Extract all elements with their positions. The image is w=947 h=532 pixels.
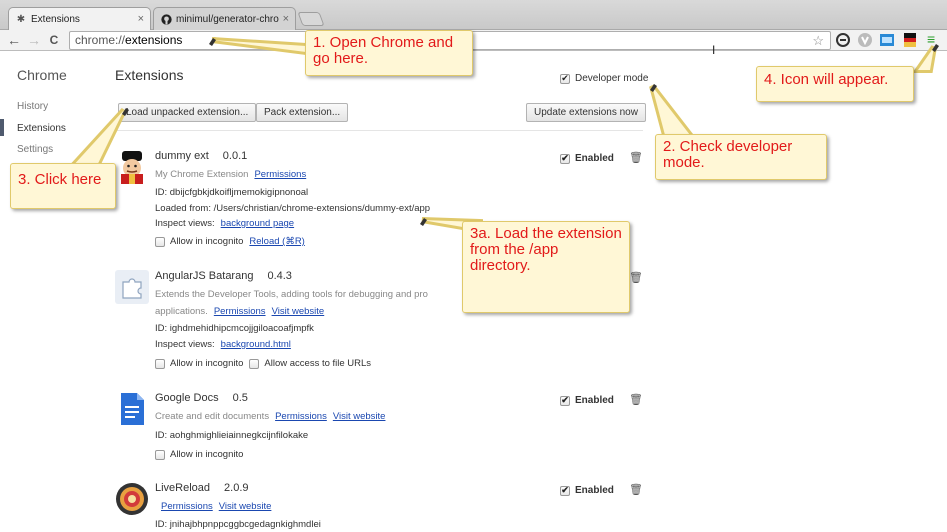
star-icon[interactable]: ☆ <box>812 32 824 49</box>
background-html-link[interactable]: background.html <box>221 339 291 350</box>
pencil-icon <box>420 218 427 226</box>
developer-mode-toggle[interactable]: ✔ Developer mode <box>560 73 648 84</box>
menu-icon[interactable]: ≡ <box>927 31 935 47</box>
permissions-link[interactable]: Permissions <box>254 169 306 180</box>
page-title: Extensions <box>115 67 184 83</box>
extension-name: LiveReload 2.0.9 <box>155 482 249 494</box>
url-scheme: chrome:// <box>75 33 126 47</box>
tab-extensions[interactable]: ✱ Extensions × <box>8 7 151 30</box>
permissions-link[interactable]: Permissions <box>275 411 327 422</box>
sidebar-title: Chrome <box>17 67 67 83</box>
checkbox-unchecked[interactable] <box>155 358 165 369</box>
extension-id: ID: aohghmighlieiainnegkcijnfilokake <box>155 430 309 441</box>
github-icon <box>160 13 172 25</box>
checkbox-unchecked[interactable] <box>155 236 165 247</box>
update-extensions-button[interactable]: Update extensions now <box>526 103 646 122</box>
extension-loaded-from: Loaded from: /Users/christian/chrome-ext… <box>155 203 431 214</box>
extension-id: ID: dbijcfgbkjdkoifljmemokigipnonoal <box>155 187 309 198</box>
divider <box>115 130 643 131</box>
callout-step2: 2. Check developer mode. <box>655 134 827 180</box>
pencil-icon <box>650 84 657 92</box>
visit-website-link[interactable]: Visit website <box>272 306 325 317</box>
trash-icon[interactable]: 🗑 <box>629 151 643 164</box>
extension-links: Permissions Visit website <box>155 501 271 512</box>
trash-icon[interactable]: 🗑 <box>629 271 643 284</box>
back-icon[interactable]: ← <box>6 32 22 48</box>
background-page-link[interactable]: background page <box>221 218 294 229</box>
callout-step3: 3. Click here <box>10 163 116 209</box>
checkbox-checked: ✔ <box>560 153 570 164</box>
toolbar: ← → C chrome://extensions ☆ ≡ <box>0 30 947 51</box>
extension-id: ID: ighdmehidhipcmcojjgiloacoafjmpfk <box>155 323 314 334</box>
checkbox-unchecked[interactable] <box>155 449 165 460</box>
file-urls-label: Allow access to file URLs <box>264 358 372 369</box>
sidebar-item-history[interactable]: History <box>17 101 48 112</box>
extension-version: 2.0.9 <box>224 482 249 494</box>
incognito-option[interactable]: Allow in incognito Allow access to file … <box>155 358 371 369</box>
extension-id: ID: jnihajbhpnppcggbcgedagnkighmdlei <box>155 519 321 530</box>
incognito-option[interactable]: Allow in incognito <box>155 449 243 460</box>
inspect-views: Inspect views: background.html <box>155 339 291 350</box>
trash-icon[interactable]: 🗑 <box>629 483 643 496</box>
extension-version: 0.4.3 <box>267 270 292 282</box>
reload-icon[interactable]: C <box>46 32 62 48</box>
extension-version: 0.5 <box>232 392 248 404</box>
inspect-views: Inspect views: background page <box>155 218 295 229</box>
checkbox-checked: ✔ <box>560 485 570 496</box>
extension-description: My Chrome Extension Permissions <box>155 169 307 180</box>
callout-step4: 4. Icon will appear. <box>756 66 914 102</box>
sidebar-item-extensions[interactable]: Extensions <box>17 123 66 134</box>
close-icon[interactable]: × <box>138 13 144 25</box>
visit-website-link[interactable]: Visit website <box>219 501 272 512</box>
extension-description: Extends the Developer Tools, adding tool… <box>155 289 428 300</box>
extension-toolbar-icon[interactable] <box>835 32 851 48</box>
new-tab-button[interactable] <box>297 12 325 26</box>
text-cursor-icon: I <box>712 43 716 57</box>
reload-link[interactable]: Reload (⌘R) <box>249 236 304 247</box>
puzzle-icon: ✱ <box>16 13 26 25</box>
developer-mode-label: Developer mode <box>575 73 649 84</box>
beefeater-icon <box>121 151 143 184</box>
extension-description-cont: applications. Permissions Visit website <box>155 306 325 317</box>
trash-icon[interactable]: 🗑 <box>629 393 643 406</box>
checkbox-unchecked[interactable] <box>249 358 260 369</box>
extension-toolbar-icon[interactable] <box>857 32 873 48</box>
google-docs-icon <box>121 393 144 425</box>
tab-generator-chrome[interactable]: minimul/generator-chrome × <box>153 7 296 30</box>
extension-description: Create and edit documents Permissions Visi… <box>155 411 386 422</box>
permissions-link[interactable]: Permissions <box>214 306 266 317</box>
pack-extension-button[interactable]: Pack extension... <box>256 103 349 122</box>
permissions-link[interactable]: Permissions <box>161 501 213 512</box>
extension-name: Google Docs 0.5 <box>155 392 248 404</box>
checkbox-checked: ✔ <box>560 395 570 406</box>
extension-toolbar-icon[interactable] <box>879 32 895 48</box>
puzzle-piece-icon <box>115 270 149 304</box>
enabled-toggle[interactable]: ✔ Enabled <box>560 395 614 406</box>
extension-name: AngularJS Batarang 0.4.3 <box>155 270 292 282</box>
enabled-toggle[interactable]: ✔ Enabled <box>560 485 614 496</box>
enabled-toggle[interactable]: ✔ Enabled <box>560 153 614 164</box>
load-unpacked-button[interactable]: Load unpacked extension... <box>118 103 257 122</box>
close-icon[interactable]: × <box>283 13 289 25</box>
extension-version: 0.0.1 <box>222 150 248 162</box>
sidebar-item-settings[interactable]: Settings <box>17 144 53 155</box>
tab-title: Extensions <box>31 13 80 25</box>
livereload-icon <box>116 483 148 515</box>
extension-name: dummy ext 0.0.1 <box>155 150 248 162</box>
dummy-ext-toolbar-icon[interactable] <box>902 32 918 48</box>
forward-icon[interactable]: → <box>26 32 42 48</box>
checkbox-checked[interactable]: ✔ <box>560 73 570 84</box>
callout-step1: 1. Open Chrome and go here. <box>305 30 473 76</box>
active-indicator <box>0 119 4 136</box>
incognito-option[interactable]: Allow in incognito Reload (⌘R) <box>155 236 305 247</box>
tab-title: minimul/generator-chrome <box>176 13 279 25</box>
callout-step3a: 3a. Load the extension from the /app dir… <box>462 221 630 313</box>
visit-website-link[interactable]: Visit website <box>333 411 386 422</box>
tab-strip: ✱ Extensions × minimul/generator-chrome … <box>0 0 947 30</box>
url-host: extensions <box>125 33 183 47</box>
